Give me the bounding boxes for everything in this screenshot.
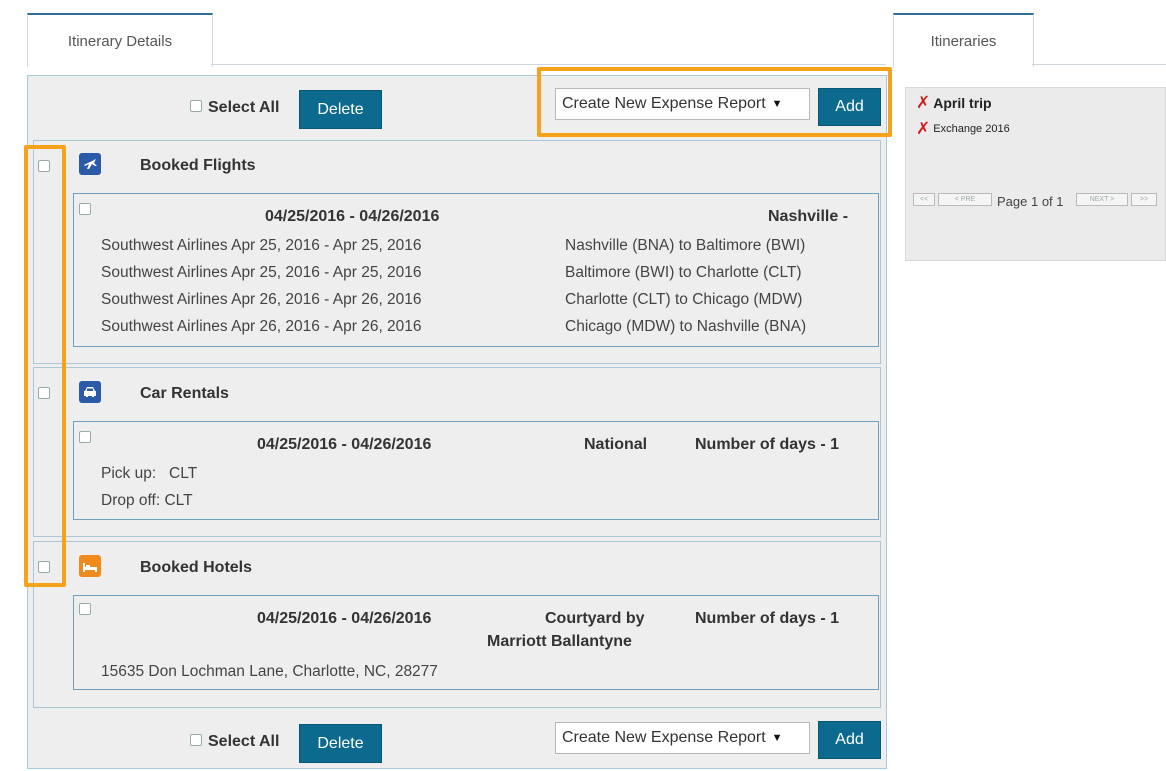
pager-page-text: Page 1 of 1 xyxy=(997,194,1064,209)
delete-x-icon[interactable]: ✗ xyxy=(916,120,930,137)
select-all-label: Select All xyxy=(208,99,280,116)
itinerary-item-label[interactable]: Exchange 2016 xyxy=(933,123,1009,135)
itineraries-panel xyxy=(905,87,1166,261)
add-button-bottom[interactable]: Add xyxy=(818,721,881,759)
itinerary-item[interactable]: ✗ Exchange 2016 xyxy=(916,120,1010,137)
expense-report-select-bottom-value: Create New Expense Report xyxy=(562,729,766,746)
car-icon xyxy=(79,381,101,403)
flights-title: Booked Flights xyxy=(140,157,256,174)
tab-itinerary-details[interactable]: Itinerary Details xyxy=(27,13,213,67)
flight-booking-checkbox[interactable] xyxy=(79,203,91,215)
pager-next-button[interactable]: NEXT > xyxy=(1076,193,1128,206)
delete-button-bottom-label: Delete xyxy=(317,734,364,752)
hotels-title: Booked Hotels xyxy=(140,559,253,576)
car-rentals-title: Car Rentals xyxy=(140,385,229,402)
delete-button-label: Delete xyxy=(317,100,364,118)
pager-first-label: << xyxy=(919,196,929,203)
car-number-of-days: Number of days - 1 xyxy=(695,436,840,453)
pager-first-button[interactable]: << xyxy=(913,193,935,206)
tab-divider xyxy=(211,64,886,65)
flight-leg-airline: Southwest Airlines Apr 26, 2016 - Apr 26… xyxy=(101,291,422,308)
flight-leg-route: Charlotte (CLT) to Chicago (MDW) xyxy=(565,291,803,308)
itinerary-item[interactable]: ✗ April trip xyxy=(916,94,992,111)
flight-leg-airline: Southwest Airlines Apr 26, 2016 - Apr 26… xyxy=(101,318,422,335)
car-rental-checkbox[interactable] xyxy=(79,431,91,443)
flight-destination: Nashville - xyxy=(768,208,849,225)
airplane-icon xyxy=(79,153,101,175)
pager-prev-button[interactable]: < PRE xyxy=(938,193,992,206)
select-all-checkbox-bottom[interactable] xyxy=(190,734,202,746)
hotel-name-line1: Courtyard by xyxy=(545,610,645,627)
flight-leg-route: Nashville (BNA) to Baltimore (BWI) xyxy=(565,237,806,254)
tab-itineraries[interactable]: Itineraries xyxy=(893,13,1034,67)
hotel-booking-checkbox[interactable] xyxy=(79,603,91,615)
pager-prev-label: < PRE xyxy=(954,196,976,203)
pager-next-label: NEXT > xyxy=(1089,196,1115,203)
chevron-down-icon: ▼ xyxy=(771,732,783,744)
hotel-address: 15635 Don Lochman Lane, Charlotte, NC, 2… xyxy=(101,663,438,680)
flight-leg-route: Chicago (MDW) to Nashville (BNA) xyxy=(565,318,807,335)
hotel-number-of-days: Number of days - 1 xyxy=(695,610,840,627)
delete-button-bottom[interactable]: Delete xyxy=(299,724,382,763)
car-date-range: 04/25/2016 - 04/26/2016 xyxy=(257,436,432,453)
tab-itinerary-details-label: Itinerary Details xyxy=(67,32,173,50)
hotel-name-line2: Marriott Ballantyne xyxy=(487,633,632,650)
delete-button[interactable]: Delete xyxy=(299,90,382,129)
tab-itineraries-label: Itineraries xyxy=(930,32,997,50)
car-pickup: Pick up: CLT xyxy=(101,465,198,482)
tab-divider-right xyxy=(1032,64,1166,65)
flight-date-range: 04/25/2016 - 04/26/2016 xyxy=(265,208,440,225)
flight-leg-route: Baltimore (BWI) to Charlotte (CLT) xyxy=(565,264,802,281)
hotel-date-range: 04/25/2016 - 04/26/2016 xyxy=(257,610,432,627)
flight-leg-airline: Southwest Airlines Apr 25, 2016 - Apr 25… xyxy=(101,264,422,281)
flight-leg-airline: Southwest Airlines Apr 25, 2016 - Apr 25… xyxy=(101,237,422,254)
add-button-bottom-label: Add xyxy=(835,731,864,748)
itinerary-item-label[interactable]: April trip xyxy=(933,95,991,111)
bed-icon xyxy=(79,555,101,577)
expense-report-select-bottom[interactable]: Create New Expense Report ▼ xyxy=(555,722,810,754)
highlight-section-checkboxes xyxy=(24,145,66,587)
delete-x-icon[interactable]: ✗ xyxy=(916,94,930,111)
select-all-label-bottom: Select All xyxy=(208,733,280,750)
car-dropoff: Drop off: CLT xyxy=(101,492,193,509)
select-all-checkbox[interactable] xyxy=(190,100,202,112)
car-company: National xyxy=(584,436,648,453)
highlight-expense-add xyxy=(537,67,892,137)
pager-last-label: >> xyxy=(1139,196,1149,203)
pager-last-button[interactable]: >> xyxy=(1131,193,1157,206)
